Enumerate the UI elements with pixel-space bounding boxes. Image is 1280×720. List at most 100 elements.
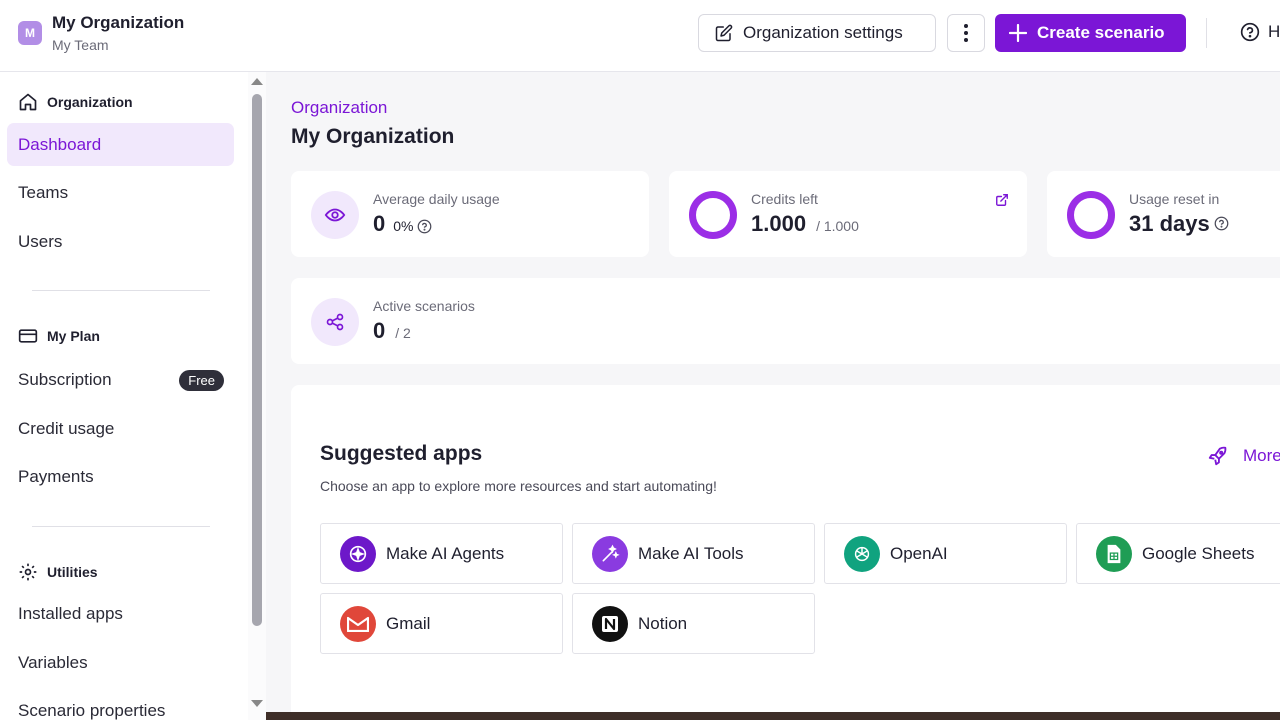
organization-settings-label: Organization settings [743, 23, 903, 42]
app-name: Notion [638, 613, 688, 633]
sidebar-item-label: Credit usage [18, 418, 115, 438]
help-label: H [1268, 22, 1280, 41]
rocket-icon [1208, 446, 1227, 466]
sidebar-item-label: Users [18, 231, 63, 251]
sidebar-item-label: Subscription [18, 369, 112, 389]
org-avatar[interactable]: M [18, 21, 42, 45]
scroll-up-arrow-icon[interactable] [251, 78, 263, 85]
suggested-apps-title: Suggested apps [320, 442, 483, 465]
edit-icon [715, 24, 733, 42]
taskbar-strip [266, 712, 1280, 720]
sidebar-section-organization: Organization [18, 92, 133, 112]
home-icon [19, 93, 37, 111]
active-scenarios-card: Active scenarios 0 / 2 [291, 278, 1280, 364]
sidebar-item-dashboard[interactable]: Dashboard [7, 123, 234, 166]
more-apps-link[interactable]: More [1207, 445, 1280, 467]
credit-card-icon [18, 329, 38, 343]
stat-value: 0 0% [373, 211, 432, 237]
stat-label: Active scenarios [373, 298, 475, 314]
top-header: M My Organization My Team Organization s… [0, 0, 1280, 72]
sidebar-section-organization-label: Organization [47, 94, 133, 110]
app-tile-make-ai-agents[interactable]: Make AI Agents [320, 523, 563, 584]
app-tile-notion[interactable]: Notion [572, 593, 815, 654]
sidebar-section-utilities: Utilities [18, 562, 98, 582]
sidebar-section-utilities-label: Utilities [47, 564, 98, 580]
sidebar-item-label: Teams [18, 182, 69, 202]
suggested-apps-card: Suggested apps Choose an app to explore … [291, 385, 1280, 720]
notion-icon [592, 605, 628, 642]
kebab-menu-icon [964, 24, 968, 42]
external-link-icon[interactable] [995, 193, 1009, 207]
scenarios-icon-wrap [311, 298, 359, 346]
sidebar-item-scenario-properties[interactable]: Scenario properties [7, 689, 234, 720]
make-ai-tools-icon [592, 535, 628, 572]
organization-settings-button[interactable]: Organization settings [698, 14, 936, 52]
average-daily-usage-card: Average daily usage 0 0% [291, 171, 649, 257]
usage-reset-card: Usage reset in 31 days [1047, 171, 1280, 257]
app-name: Gmail [386, 613, 431, 633]
app-name: OpenAI [890, 543, 948, 563]
org-name[interactable]: My Organization [52, 13, 184, 33]
sidebar-item-payments[interactable]: Payments [7, 455, 234, 498]
sidebar-item-users[interactable]: Users [7, 220, 234, 263]
stat-label: Average daily usage [373, 191, 500, 207]
sidebar-scrollbar-thumb[interactable] [252, 94, 262, 626]
stat-label: Credits left [751, 191, 818, 207]
stat-value: 1.000 / 1.000 [751, 211, 859, 237]
more-apps-label: More [1243, 446, 1280, 465]
share-nodes-icon [326, 313, 344, 331]
header-divider [1206, 18, 1207, 48]
gmail-icon [340, 605, 376, 642]
help-button[interactable]: H [1240, 22, 1280, 42]
stat-label: Usage reset in [1129, 191, 1220, 207]
sidebar-section-my-plan-label: My Plan [47, 328, 100, 344]
usage-reset-ring-icon [1067, 191, 1115, 239]
credits-ring-icon [689, 191, 737, 239]
active-scenarios-value: 0 [373, 318, 386, 343]
usage-icon-wrap [311, 191, 359, 239]
gear-icon [19, 563, 37, 581]
app-name: Make AI Tools [638, 543, 744, 563]
breadcrumb[interactable]: Organization [291, 98, 387, 118]
app-name: Make AI Agents [386, 543, 505, 563]
sidebar-section-my-plan: My Plan [18, 326, 100, 346]
info-icon[interactable] [1214, 216, 1229, 231]
eye-icon [324, 208, 346, 222]
plus-icon [1009, 24, 1027, 42]
app-tile-make-ai-tools[interactable]: Make AI Tools [572, 523, 815, 584]
sidebar-item-label: Installed apps [18, 603, 123, 623]
sidebar-item-label: Dashboard [18, 134, 102, 154]
scroll-down-arrow-icon[interactable] [251, 700, 263, 707]
sidebar-item-label: Scenario properties [18, 700, 166, 720]
sidebar: Organization Dashboard Teams Users My Pl… [0, 72, 248, 720]
openai-icon [844, 535, 880, 572]
info-icon[interactable] [417, 219, 432, 234]
make-ai-agents-icon [340, 535, 376, 572]
help-icon [1240, 22, 1260, 42]
app-tile-openai[interactable]: OpenAI [824, 523, 1067, 584]
credits-left-value: 1.000 [751, 211, 807, 236]
sidebar-item-installed-apps[interactable]: Installed apps [7, 592, 234, 635]
credits-total: / 1.000 [816, 218, 859, 234]
google-sheets-icon [1096, 535, 1132, 572]
page-title: My Organization [291, 125, 455, 148]
active-scenarios-limit: / 2 [395, 325, 411, 341]
sidebar-item-subscription[interactable]: Subscription Free [7, 358, 234, 401]
suggested-apps-subtitle: Choose an app to explore more resources … [320, 478, 717, 494]
create-scenario-button[interactable]: Create scenario [995, 14, 1186, 52]
average-daily-usage-value: 0 [373, 211, 386, 236]
plan-badge: Free [179, 370, 224, 391]
sidebar-item-credit-usage[interactable]: Credit usage [7, 407, 234, 450]
sidebar-item-teams[interactable]: Teams [7, 171, 234, 214]
usage-reset-value: 31 days [1129, 211, 1210, 236]
sidebar-item-variables[interactable]: Variables [7, 641, 234, 684]
app-tile-gmail[interactable]: Gmail [320, 593, 563, 654]
stat-value: 0 / 2 [373, 318, 411, 344]
create-scenario-label: Create scenario [1037, 23, 1165, 42]
app-tile-google-sheets[interactable]: Google Sheets [1076, 523, 1280, 584]
more-options-button[interactable] [947, 14, 985, 52]
app-name: Google Sheets [1142, 543, 1255, 563]
team-name[interactable]: My Team [52, 37, 109, 53]
sidebar-item-label: Variables [18, 652, 88, 672]
average-daily-usage-percent-text: 0% [393, 218, 414, 234]
